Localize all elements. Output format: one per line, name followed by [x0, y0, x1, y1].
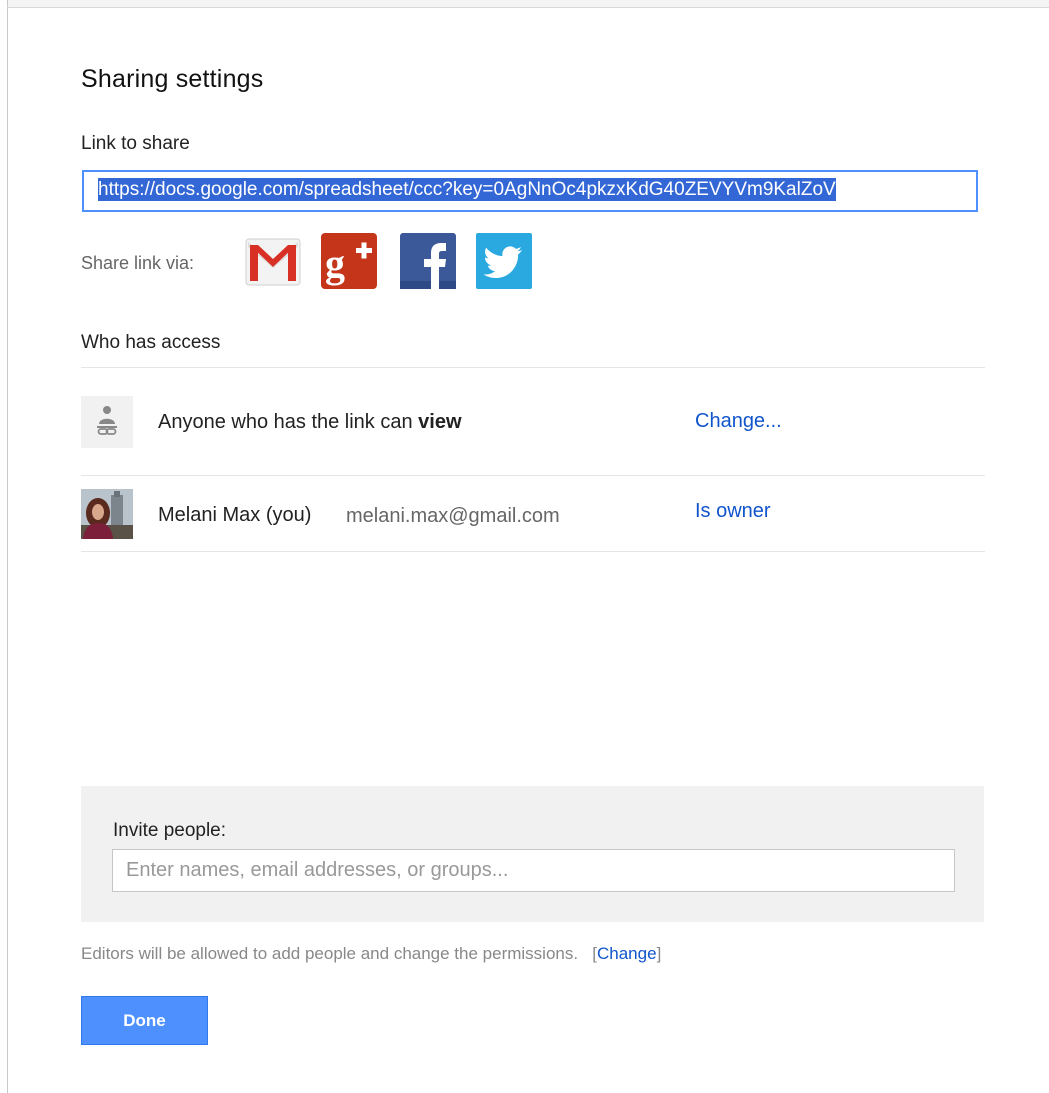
change-editor-permissions-link[interactable]: Change [597, 944, 657, 963]
who-has-access-heading: Who has access [81, 332, 221, 353]
share-link-field[interactable]: https://docs.google.com/spreadsheet/ccc?… [82, 170, 978, 212]
facebook-icon [400, 233, 456, 289]
editors-permission-note: Editors will be allowed to add people an… [81, 944, 661, 964]
invite-people-panel: Invite people: [81, 786, 984, 922]
link-to-share-label: Link to share [81, 133, 190, 154]
share-link-text: https://docs.google.com/spreadsheet/ccc?… [98, 178, 836, 201]
invite-people-label: Invite people: [113, 820, 227, 841]
owner-avatar [81, 489, 133, 539]
link-access-prefix: Anyone who has the link can [158, 411, 413, 433]
link-access-permission: view [418, 411, 462, 433]
change-link-access-link[interactable]: Change... [695, 410, 782, 433]
owner-name: Melani Max (you) [158, 504, 312, 526]
gmail-icon [245, 238, 301, 286]
link-access-description: Anyone who has the link can view [158, 411, 462, 434]
dialog-title: Sharing settings [81, 65, 264, 93]
share-via-label: Share link via: [81, 253, 195, 273]
editors-note-bracket-close: ] [656, 944, 662, 963]
owner-role-label[interactable]: Is owner [695, 500, 771, 523]
editors-note-text: Editors will be allowed to add people an… [81, 944, 579, 963]
editors-note-bracket-open: [ [582, 944, 597, 963]
gmail-share-button[interactable] [245, 233, 301, 289]
done-button[interactable]: Done [81, 996, 208, 1045]
owner-email: melani.max@gmail.com [346, 505, 560, 527]
twitter-share-button[interactable] [476, 233, 532, 289]
google-plus-icon: g [321, 233, 377, 289]
dialog-frame-left [7, 0, 8, 1093]
access-row-anyone-with-link: Anyone who has the link can view Change.… [81, 368, 985, 475]
access-row-owner: Melani Max (you) melani.max@gmail.com Is… [81, 476, 985, 551]
sharing-settings-dialog: Sharing settings Link to share https://d… [81, 0, 985, 1093]
invite-people-input[interactable] [112, 849, 955, 892]
twitter-icon [476, 233, 532, 289]
link-sharing-icon [81, 396, 133, 448]
facebook-share-button[interactable] [400, 233, 456, 289]
google-plus-share-button[interactable]: g [321, 233, 377, 289]
access-divider-bottom [81, 551, 985, 552]
svg-text:g: g [325, 241, 345, 286]
